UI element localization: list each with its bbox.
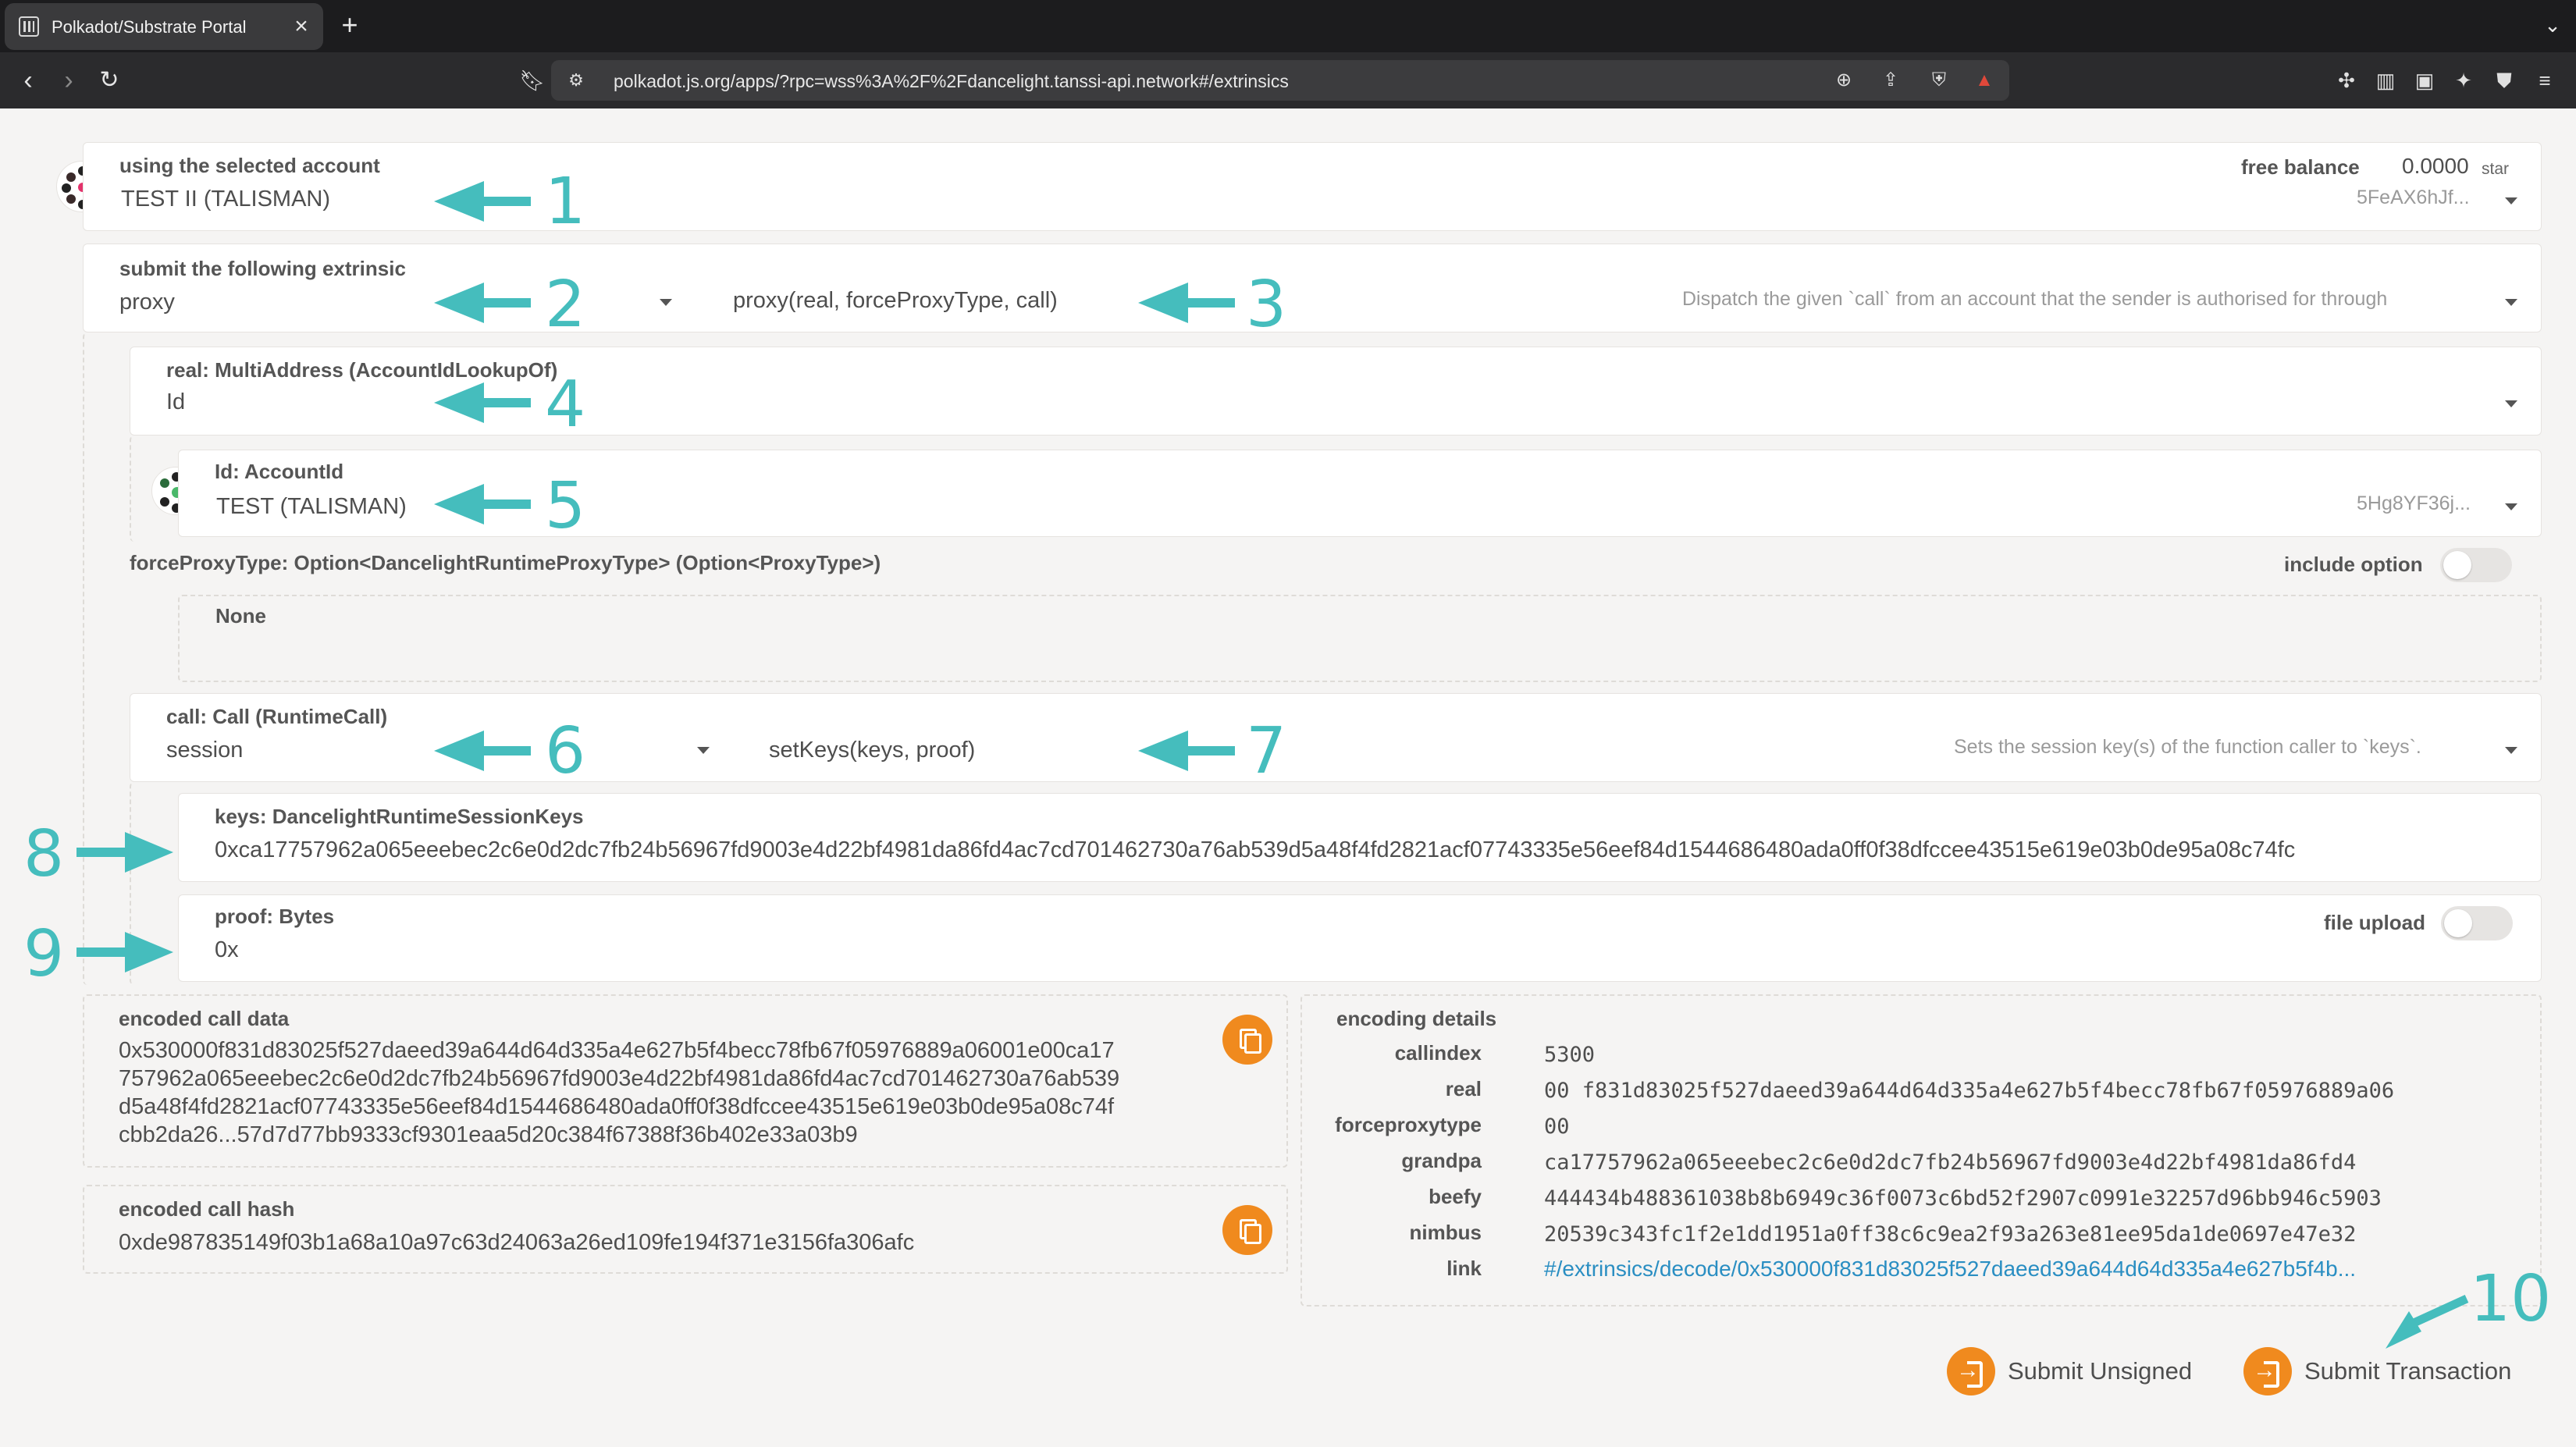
annotation-1: 1	[545, 165, 586, 239]
annotation-6: 6	[545, 714, 586, 788]
annotation-4: 4	[545, 368, 586, 442]
annotation-10: 10	[2470, 1262, 2552, 1336]
annotation-8: 8	[23, 817, 65, 891]
annotation-5: 5	[545, 469, 586, 543]
annotation-7: 7	[1246, 714, 1287, 788]
annotation-arrows	[76, 181, 2469, 1349]
annotation-3: 3	[1246, 268, 1287, 342]
annotation-9: 9	[23, 917, 65, 991]
annotation-2: 2	[545, 268, 586, 342]
